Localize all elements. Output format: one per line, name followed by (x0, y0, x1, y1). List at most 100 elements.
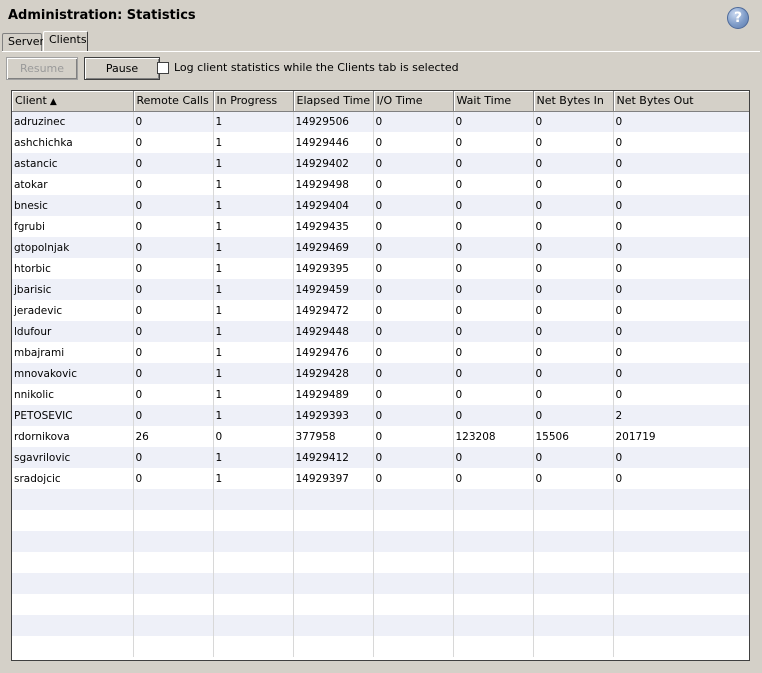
table-cell: 0 (133, 258, 214, 279)
table-row[interactable]: jbarisic 0 1 14929459 0 0 0 0 (12, 279, 749, 300)
table-cell: 0 (533, 342, 614, 363)
table-row[interactable] (12, 615, 749, 636)
table-cell: 0 (453, 195, 534, 216)
table-cell: 0 (373, 111, 454, 132)
table-row[interactable]: htorbic 0 1 14929395 0 0 0 0 (12, 258, 749, 279)
table-cell (533, 510, 614, 531)
table-cell: 0 (133, 363, 214, 384)
table-row[interactable]: ashchichka 0 1 14929446 0 0 0 0 (12, 132, 749, 153)
table-cell (12, 510, 134, 531)
table-cell: 14929402 (293, 153, 374, 174)
table-cell: 0 (133, 384, 214, 405)
table-cell (613, 594, 749, 615)
table-cell (12, 636, 134, 657)
table-row[interactable]: mbajrami 0 1 14929476 0 0 0 0 (12, 342, 749, 363)
table-row[interactable] (12, 489, 749, 510)
table-cell (453, 636, 534, 657)
log-statistics-option[interactable]: Log client statistics while the Clients … (157, 61, 459, 74)
table-cell: 0 (453, 321, 534, 342)
table-cell (613, 531, 749, 552)
table-cell: 0 (613, 363, 749, 384)
table-cell: 0 (453, 153, 534, 174)
table-cell: 0 (373, 153, 454, 174)
table-cell: 0 (533, 363, 614, 384)
table-cell: sgavrilovic (12, 447, 134, 468)
table-cell: 0 (533, 279, 614, 300)
table-row[interactable]: nnikolic 0 1 14929489 0 0 0 0 (12, 384, 749, 405)
table-row[interactable] (12, 573, 749, 594)
table-cell (213, 573, 294, 594)
table-row[interactable] (12, 552, 749, 573)
table-cell: 0 (533, 405, 614, 426)
table-row[interactable]: astancic 0 1 14929402 0 0 0 0 (12, 153, 749, 174)
table-cell (133, 531, 214, 552)
table-cell: 0 (133, 300, 214, 321)
table-row[interactable] (12, 510, 749, 531)
column-header-wait-time[interactable]: Wait Time (453, 91, 534, 112)
log-statistics-checkbox[interactable] (157, 61, 169, 74)
table-row[interactable]: sgavrilovic 0 1 14929412 0 0 0 0 (12, 447, 749, 468)
table-row[interactable]: mnovakovic 0 1 14929428 0 0 0 0 (12, 363, 749, 384)
table-cell: 1 (213, 321, 294, 342)
column-header-net-bytes-out[interactable]: Net Bytes Out (613, 91, 749, 112)
table-body: adruzinec 0 1 14929506 0 0 0 0 ashchichka 0 1 14929… (12, 111, 749, 657)
table-cell: 0 (613, 237, 749, 258)
table-cell: ashchichka (12, 132, 134, 153)
table-cell (533, 552, 614, 573)
table-row[interactable] (12, 531, 749, 552)
table-row[interactable] (12, 636, 749, 657)
table-cell: 0 (613, 174, 749, 195)
table-cell (293, 573, 374, 594)
table-cell: 1 (213, 237, 294, 258)
tab-clients[interactable]: Clients (43, 31, 88, 52)
table-cell: 1 (213, 300, 294, 321)
column-header-io-time[interactable]: I/O Time (373, 91, 454, 112)
table-cell (613, 510, 749, 531)
table-cell: 0 (453, 363, 534, 384)
table-cell: 1 (213, 174, 294, 195)
table-cell: 0 (533, 111, 614, 132)
resume-button[interactable]: Resume (6, 57, 78, 80)
table-cell: 0 (373, 258, 454, 279)
table-row[interactable]: gtopolnjak 0 1 14929469 0 0 0 0 (12, 237, 749, 258)
table-row[interactable]: PETOSEVIC 0 1 14929393 0 0 0 2 (12, 405, 749, 426)
table-cell (373, 510, 454, 531)
column-header-remote-calls[interactable]: Remote Calls (133, 91, 214, 112)
tab-divider (2, 51, 760, 52)
table-cell: 14929446 (293, 132, 374, 153)
table-cell: 0 (133, 405, 214, 426)
pause-button[interactable]: Pause (84, 57, 160, 80)
column-header-client[interactable]: Client ▲ (12, 91, 134, 112)
table-row[interactable]: rdornikova 26 0 377958 0 123208 15506 201719 (12, 426, 749, 447)
table-cell (613, 489, 749, 510)
column-header-label: Client (15, 94, 47, 108)
column-header-net-bytes-in[interactable]: Net Bytes In (533, 91, 614, 112)
table-row[interactable]: adruzinec 0 1 14929506 0 0 0 0 (12, 111, 749, 132)
help-icon[interactable]: ? (727, 7, 749, 29)
table-row[interactable]: bnesic 0 1 14929404 0 0 0 0 (12, 195, 749, 216)
column-header-elapsed-time[interactable]: Elapsed Time (293, 91, 374, 112)
table-cell (213, 552, 294, 573)
table-row[interactable]: fgrubi 0 1 14929435 0 0 0 0 (12, 216, 749, 237)
table-row[interactable]: jeradevic 0 1 14929472 0 0 0 0 (12, 300, 749, 321)
table-row[interactable]: sradojcic 0 1 14929397 0 0 0 0 (12, 468, 749, 489)
table-cell: mnovakovic (12, 363, 134, 384)
table-row[interactable]: ldufour 0 1 14929448 0 0 0 0 (12, 321, 749, 342)
table-cell: 0 (133, 132, 214, 153)
table-cell: 0 (133, 468, 214, 489)
table-cell: astancic (12, 153, 134, 174)
table-cell (133, 615, 214, 636)
table-cell: 0 (373, 174, 454, 195)
table-cell: 201719 (613, 426, 749, 447)
table-cell: 0 (613, 258, 749, 279)
table-row[interactable]: atokar 0 1 14929498 0 0 0 0 (12, 174, 749, 195)
table-cell (12, 615, 134, 636)
tab-server[interactable]: Server (2, 33, 44, 51)
table-row[interactable] (12, 594, 749, 615)
table-cell: 14929489 (293, 384, 374, 405)
table-cell: 0 (373, 132, 454, 153)
table-cell: 0 (613, 153, 749, 174)
table-cell: 0 (533, 153, 614, 174)
table-cell: 1 (213, 258, 294, 279)
column-header-in-progress[interactable]: In Progress (213, 91, 294, 112)
